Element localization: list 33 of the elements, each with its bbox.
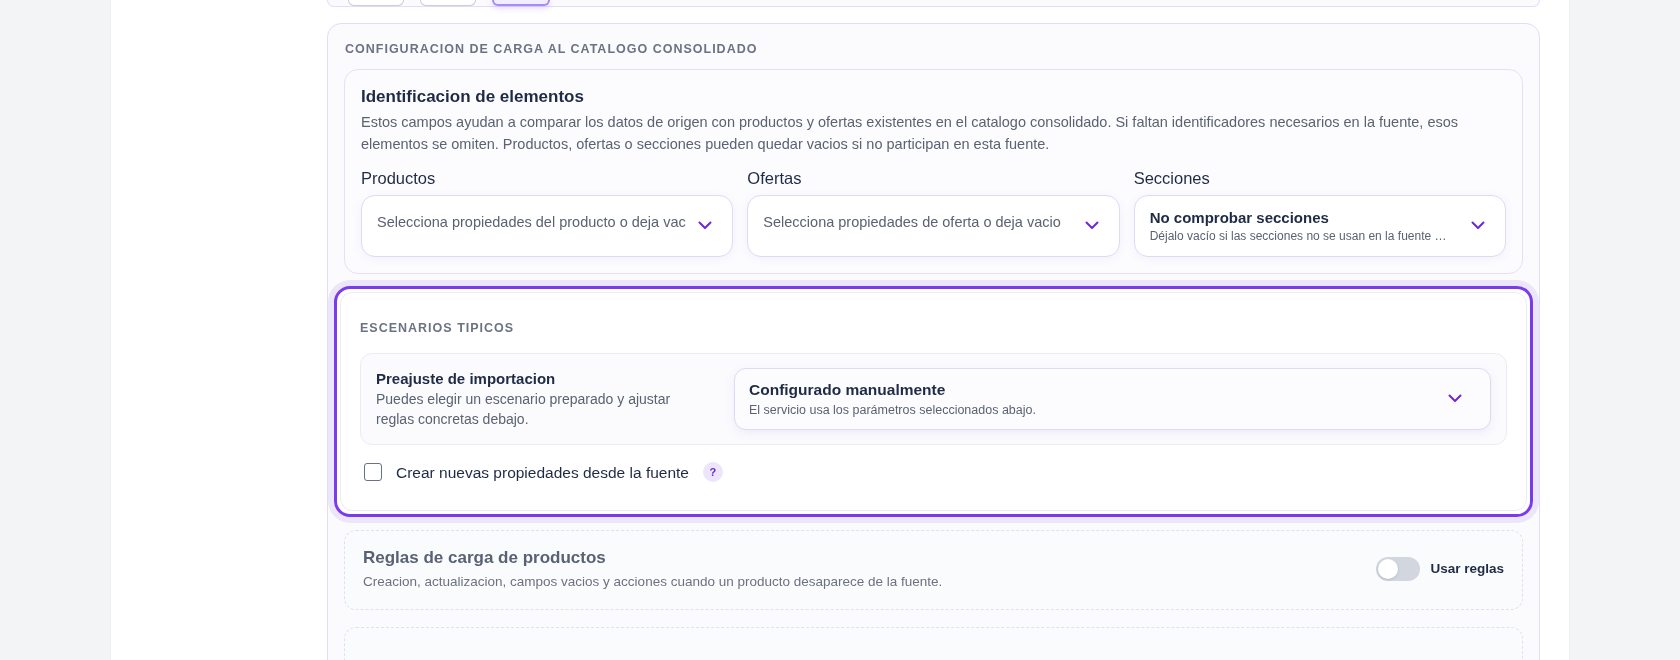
select-hint: El servicio usa los parámetros seleccionados abajo.: [749, 401, 1037, 419]
identification-title: Identificacion de elementos: [361, 85, 585, 108]
chevron-down-icon: [1471, 221, 1485, 231]
field-label: Productos: [361, 167, 437, 189]
select-field[interactable]: Selecciona propiedades del producto o deja vac: [361, 194, 734, 257]
section-heading: CONFIGURACION DE CARGA AL CATALOGO CONSOLIDADO: [345, 41, 759, 58]
select-value: No comprobar secciones: [1149, 207, 1330, 228]
chevron-down-icon: [1448, 394, 1462, 404]
select-field[interactable]: No comprobar secciones Déjalo vacío si las secciones no se usan en la fuente …: [1133, 194, 1506, 257]
preset-title: Preajuste de importacion: [376, 368, 557, 389]
section-heading: ESCENARIOS TIPICOS: [360, 320, 515, 335]
chevron-down-icon: [1084, 221, 1099, 231]
select-field[interactable]: Selecciona propiedades de oferta o deja vacio: [747, 194, 1120, 257]
preset-select[interactable]: Configurado manualmente El servicio usa los parámetros seleccionados abajo.: [734, 367, 1491, 430]
chevron-down-icon: [698, 221, 713, 231]
identification-description: Estos campos ayudan a comparar los datos de origen con productos y ofertas existentes en el catalogo consolidado. Si faltan identificadores necesarios en la fuente, esos elementos se omiten. Productos, ofertas o secciones pueden quedar vacios si no participan en esta fuente.: [361, 112, 1459, 154]
option-button[interactable]: [348, 0, 404, 6]
select-hint: Déjalo vacío si las secciones no se usan en la fuente …: [1149, 227, 1448, 244]
checkbox-label: Crear nuevas propiedades desde la fuente: [396, 462, 689, 483]
rules-description: Creacion, actualizacion, campos vacios y acciones cuando un producto desaparece de la fuente.: [363, 573, 944, 591]
select-value: Configurado manualmente: [749, 379, 947, 400]
field-label: Ofertas: [747, 167, 803, 189]
option-button[interactable]: [420, 0, 476, 6]
rules-title: Reglas de carga de productos: [363, 547, 607, 569]
select-placeholder: Selecciona propiedades de oferta o deja vacio: [763, 212, 1062, 232]
checkbox[interactable]: [364, 463, 382, 482]
select-placeholder: Selecciona propiedades del producto o deja vac: [377, 212, 687, 232]
field-label: Secciones: [1133, 167, 1211, 189]
toggle-switch[interactable]: [1376, 557, 1421, 581]
toggle-label: Usar reglas: [1430, 559, 1504, 578]
option-button[interactable]: [492, 0, 550, 6]
help-badge[interactable]: ?: [703, 462, 723, 483]
preset-description: Puedes elegir un escenario preparado y ajustar reglas concretas debajo.: [376, 389, 672, 429]
